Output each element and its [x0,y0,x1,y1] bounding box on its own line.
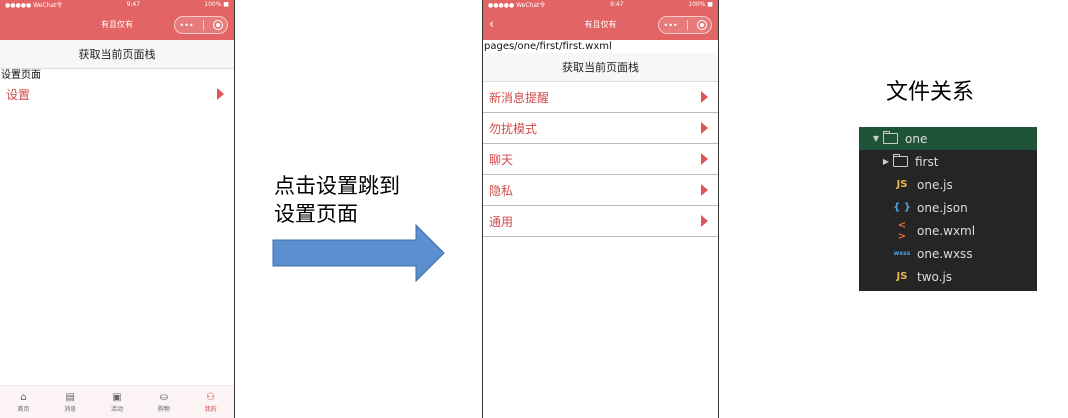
list-item-label: 聊天 [489,152,514,167]
list-item-new-message[interactable]: 新消息提醒 [483,82,718,113]
carrier-text: ●●●●● WeChat令 [5,2,63,9]
time-text: 9:47 [126,1,141,8]
list-item-label: 勿扰模式 [489,121,538,136]
phone-screen-home: ●●●●● WeChat令 9:47 100% ■ 有且仅有 ••• 获取当前页… [0,0,235,418]
js-file-icon: JS [896,179,908,190]
settings-list: 新消息提醒 勿扰模式 聊天 隐私 通用 [483,82,718,237]
close-miniprogram-icon[interactable] [696,20,707,30]
tab-label: 首页 [17,405,30,413]
carrier-text: ●●●●● WeChat令 [488,2,546,9]
js-file-icon: JS [896,271,908,282]
capsule-divider [202,20,204,30]
wxml-file-icon: < > [897,219,907,242]
close-miniprogram-icon[interactable] [212,20,223,30]
chevron-right-icon [701,153,708,165]
user-icon: ⚇ [206,391,216,403]
page-title: 有且仅有 [101,20,133,29]
tree-item-label: one.wxml [917,223,976,238]
page-title: 有且仅有 [584,20,617,29]
tree-file-one-js[interactable]: JS one.js [859,173,1037,196]
tab-mine[interactable]: ⚇ 我的 [205,392,217,413]
tree-folder-first[interactable]: ▶ first [859,150,1037,173]
chevron-right-icon [701,122,708,134]
caret-down-icon: ▼ [872,134,880,143]
tree-item-label: one.js [917,177,953,192]
chevron-right-icon [701,184,708,196]
shop-icon: ⛀ [159,391,168,403]
battery-text: 100% ■ [688,1,713,8]
more-icon[interactable]: ••• [179,21,193,30]
list-item-general[interactable]: 通用 [483,206,718,237]
tab-home[interactable]: ⌂ 首页 [17,392,29,413]
status-bar: ●●●●● WeChat令 9:47 100% ■ [0,0,234,9]
tree-item-label: two.js [917,269,953,284]
get-page-stack-button[interactable]: 获取当前页面栈 [0,40,234,69]
json-file-icon: { } [893,202,911,213]
list-item-privacy[interactable]: 隐私 [483,175,718,206]
nav-bar: ‹ 有且仅有 ••• [483,9,718,40]
settings-item-label: 设置 [6,87,31,102]
folder-icon [893,154,908,167]
list-item-chat[interactable]: 聊天 [483,144,718,175]
capsule-menu[interactable]: ••• [658,16,712,34]
message-icon: ▤ [65,391,75,403]
tab-activity[interactable]: ▣ 活动 [111,392,123,413]
capsule-menu[interactable]: ••• [174,16,228,34]
phone-screen-settings: ●●●●● WeChat令 9:47 100% ■ ‹ 有且仅有 ••• pag… [482,0,719,418]
right-arrow-icon [272,224,445,282]
activity-icon: ▣ [112,391,122,403]
chevron-right-icon [701,91,708,103]
status-bar: ●●●●● WeChat令 9:47 100% ■ [483,0,718,9]
back-icon[interactable]: ‹ [489,17,494,32]
page-path: pages/one/first/first.wxml [484,41,612,52]
list-item-dnd[interactable]: 勿扰模式 [483,113,718,144]
file-tree: ▼ one ▶ first JS one.js { } one.json < >… [859,127,1037,291]
tree-file-one-wxml[interactable]: < > one.wxml [859,219,1037,242]
list-item-label: 通用 [489,214,514,229]
wxss-file-icon: wxss [893,250,911,257]
tree-file-two-js[interactable]: JS two.js [859,265,1037,288]
home-icon: ⌂ [20,391,27,403]
tab-bar: ⌂ 首页 ▤ 消息 ▣ 活动 ⛀ 购物 ⚇ 我的 [0,385,234,418]
annotation-line-1: 点击设置跳到 [274,174,400,198]
tab-label: 购物 [157,405,170,413]
tab-label: 消息 [64,405,77,413]
time-text: 9:47 [610,1,624,8]
tree-item-label: one.json [917,200,968,215]
battery-text: 100% ■ [204,1,229,8]
page-label: 设置页面 [1,70,41,81]
chevron-right-icon [701,215,708,227]
caret-right-icon: ▶ [882,157,890,166]
chevron-right-icon [217,88,224,100]
tab-label: 活动 [110,405,123,413]
get-page-stack-button[interactable]: 获取当前页面栈 [483,53,718,82]
capsule-divider [686,20,688,30]
more-icon[interactable]: ••• [663,21,677,30]
folder-open-icon [883,131,898,144]
file-relation-heading: 文件关系 [886,80,975,105]
settings-item[interactable]: 设置 [0,82,234,106]
annotation-text: 点击设置跳到 设置页面 [274,172,400,228]
tree-folder-one[interactable]: ▼ one [859,127,1037,150]
list-item-label: 隐私 [489,183,514,198]
nav-bar: 有且仅有 ••• [0,9,234,40]
tree-item-label: one [905,131,928,146]
tree-item-label: one.wxss [917,246,973,261]
tab-messages[interactable]: ▤ 消息 [64,392,76,413]
tab-shop[interactable]: ⛀ 购物 [158,392,170,413]
tree-item-label: first [915,154,939,169]
tab-label: 我的 [204,405,217,413]
tree-file-one-wxss[interactable]: wxss one.wxss [859,242,1037,265]
tree-file-one-json[interactable]: { } one.json [859,196,1037,219]
list-item-label: 新消息提醒 [489,90,550,105]
